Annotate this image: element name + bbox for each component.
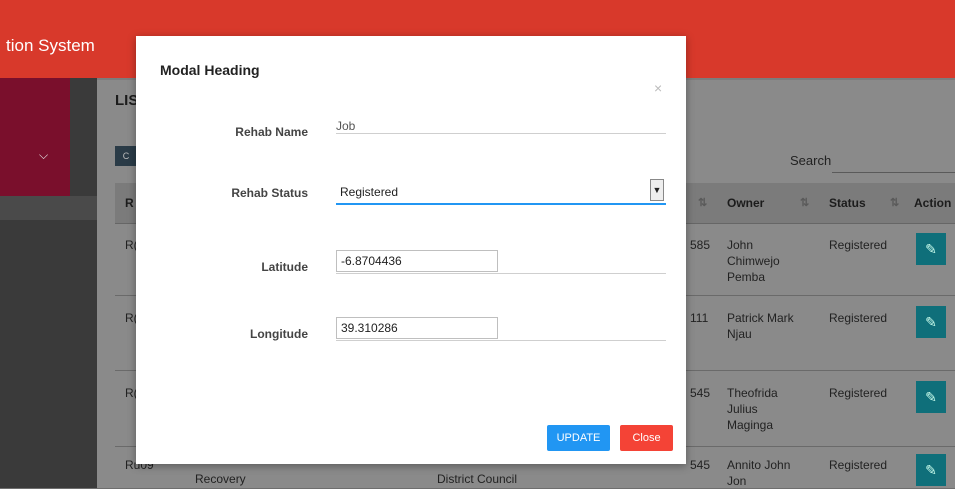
rehab-status-selected: Registered	[340, 185, 399, 199]
latitude-input[interactable]: -6.8704436	[336, 250, 498, 272]
table-cell-phone: 585	[690, 238, 711, 252]
edit-button[interactable]: ✎	[916, 454, 946, 486]
table-cell-status: Registered	[829, 386, 888, 400]
chevron-down-icon[interactable]: ⌵	[39, 148, 48, 163]
sidebar: ⌵	[0, 78, 97, 488]
table-cell-council: District Council	[437, 472, 518, 486]
table-cell-name: Recovery	[195, 472, 246, 486]
table-cell-phone: 545	[690, 458, 711, 472]
search-input[interactable]	[832, 146, 955, 173]
table-cell-phone: 545	[690, 386, 711, 400]
search-label: Search:	[790, 153, 835, 168]
table-cell-phone: 111	[690, 311, 709, 325]
edit-rehab-modal: Modal Heading × Rehab Name Job Rehab Sta…	[136, 36, 686, 464]
pencil-icon: ✎	[925, 389, 937, 405]
rehab-name-underline	[336, 133, 666, 134]
pencil-icon: ✎	[925, 462, 937, 478]
column-header-status[interactable]: Status	[829, 196, 866, 210]
latitude-underline	[336, 273, 666, 274]
latitude-value: -6.8704436	[341, 254, 402, 268]
longitude-label: Longitude	[250, 327, 308, 341]
table-cell-owner: Patrick Mark Njau	[727, 311, 794, 341]
sort-icon[interactable]: ⇅	[800, 196, 809, 209]
close-icon[interactable]: ×	[654, 80, 662, 96]
table-cell-owner: Theofrida Julius Maginga	[727, 386, 778, 432]
column-header-id[interactable]: R	[125, 196, 134, 210]
chevron-down-icon[interactable]: ▼	[650, 179, 664, 201]
table-cell-status: Registered	[829, 238, 888, 252]
sidebar-menu-item[interactable]	[0, 196, 97, 220]
edit-button[interactable]: ✎	[916, 233, 946, 265]
sort-icon[interactable]: ⇅	[698, 196, 707, 209]
longitude-underline	[336, 340, 666, 341]
longitude-value: 39.310286	[341, 321, 398, 335]
rehab-status-select[interactable]: Registered	[336, 179, 666, 205]
rehab-name-input[interactable]: Job	[336, 119, 355, 133]
rehab-name-label: Rehab Name	[235, 125, 308, 139]
app-title: tion System	[6, 36, 95, 55]
table-cell-owner: John Chimwejo Pemba	[727, 238, 780, 284]
sort-icon[interactable]: ⇅	[890, 196, 899, 209]
latitude-label: Latitude	[261, 260, 308, 274]
list-title: LIS	[115, 92, 139, 109]
table-cell-owner: Annito John Jon	[727, 458, 791, 488]
rehab-status-label: Rehab Status	[231, 186, 308, 200]
csv-button[interactable]: C	[115, 146, 137, 166]
pencil-icon: ✎	[925, 241, 937, 257]
column-header-action: Action	[914, 196, 952, 210]
column-header-owner[interactable]: Owner	[727, 196, 764, 210]
table-cell-status: Registered	[829, 311, 888, 325]
edit-button[interactable]: ✎	[916, 381, 946, 413]
edit-button[interactable]: ✎	[916, 306, 946, 338]
sidebar-user-panel	[0, 78, 70, 196]
table-cell-status: Registered	[829, 458, 888, 472]
update-button[interactable]: UPDATE	[547, 425, 610, 451]
close-button[interactable]: Close	[620, 425, 673, 451]
pencil-icon: ✎	[925, 314, 937, 330]
modal-title: Modal Heading	[160, 62, 260, 78]
longitude-input[interactable]: 39.310286	[336, 317, 498, 339]
